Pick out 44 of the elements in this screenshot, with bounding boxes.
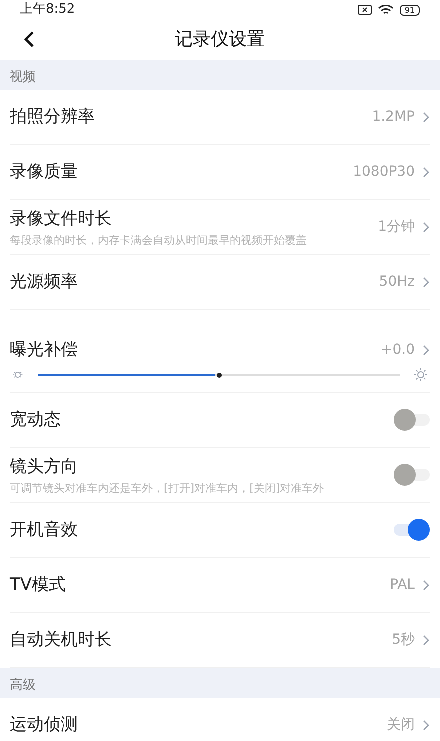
section-header: 高级: [0, 668, 440, 698]
setting-label: 镜头方向: [10, 456, 79, 478]
sun-icon: [414, 368, 428, 382]
chevron-right-icon: [423, 720, 430, 730]
setting-value: PAL: [390, 576, 415, 594]
section-header: 视频: [0, 60, 440, 90]
setting-description: 可调节镜头对准车内还是车外，[打开]对准车内，[关闭]对准车外: [10, 480, 324, 496]
chevron-right-icon: [423, 222, 430, 232]
setting-label: 拍照分辨率: [10, 106, 95, 129]
sun-icon: [12, 369, 24, 381]
chevron-right-icon: [423, 634, 430, 646]
exposure-slider[interactable]: [38, 371, 400, 379]
setting-label: TV模式: [10, 574, 66, 597]
toggle-switch[interactable]: [394, 518, 430, 542]
chevron-right-icon: [423, 580, 430, 590]
wifi-icon: [378, 4, 394, 16]
setting-label: 自动关机时长: [10, 629, 112, 652]
chevron-right-icon: [423, 276, 430, 288]
sim-icon: [358, 5, 372, 15]
chevron-right-icon: [423, 166, 430, 178]
setting-label: 运动侦测: [10, 714, 78, 737]
toggle-switch[interactable]: [394, 408, 430, 432]
back-icon: [24, 30, 34, 48]
setting-label: 光源频率: [10, 271, 78, 294]
setting-value: 50Hz: [379, 272, 415, 292]
setting-label: 录像文件时长: [10, 208, 113, 230]
battery-level: 91: [400, 4, 420, 16]
setting-value: 1.2MP: [372, 108, 415, 126]
slider-thumb[interactable]: [217, 372, 222, 378]
chevron-right-icon: [423, 112, 430, 122]
chevron-right-icon: [423, 344, 430, 356]
page-title: 记录仪设置: [175, 28, 265, 52]
setting-value: 5秒: [392, 630, 415, 650]
setting-label: 录像质量: [10, 161, 78, 184]
status-time: 上午8:52: [20, 1, 76, 20]
toggle-switch[interactable]: [394, 463, 430, 487]
setting-value: 关闭: [387, 716, 415, 734]
setting-label: 宽动态: [10, 409, 61, 432]
setting-value: +0.0: [381, 340, 415, 360]
setting-value: 1080P30: [353, 162, 415, 182]
setting-description: 每段录像的时长，内存卡满会自动从时间最早的视频开始覆盖: [10, 232, 307, 248]
setting-value: 1分钟: [378, 218, 415, 236]
setting-label: 曝光补偿: [10, 339, 78, 362]
setting-label: 开机音效: [10, 519, 78, 542]
